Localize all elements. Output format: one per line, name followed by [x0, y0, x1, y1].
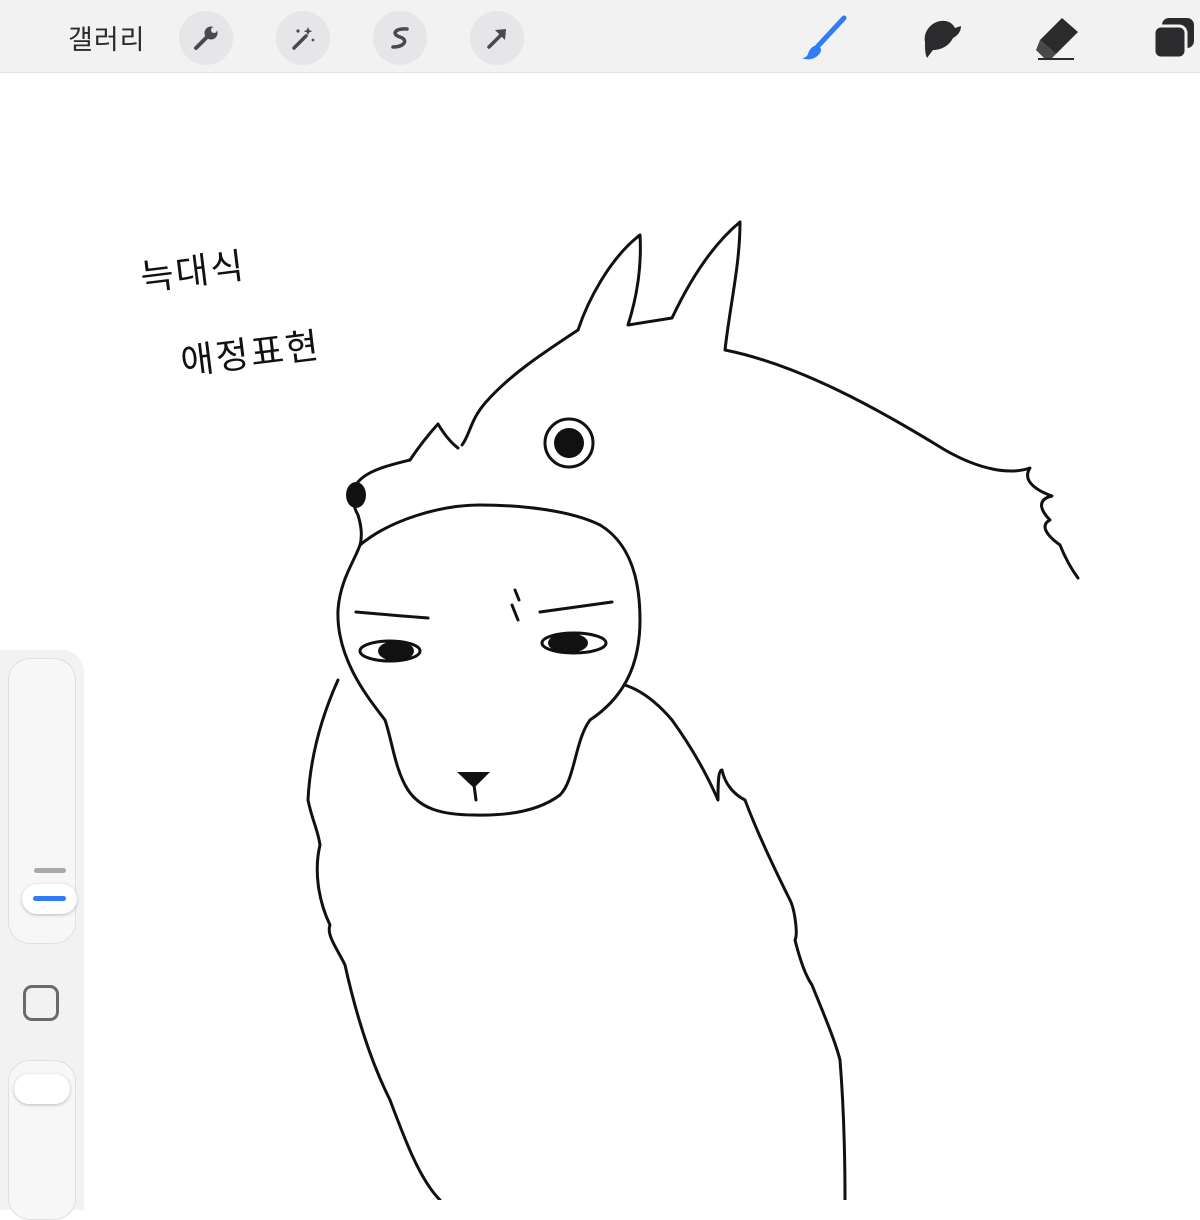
- smudge-icon: [924, 20, 961, 58]
- opacity-slider[interactable]: [8, 1060, 76, 1220]
- adjustments-button[interactable]: [276, 11, 330, 65]
- wrench-icon: [194, 26, 218, 50]
- transform-arrow-icon: [487, 29, 506, 49]
- layers-icon: [1152, 18, 1194, 60]
- modify-button[interactable]: [23, 985, 59, 1021]
- selection-button[interactable]: [373, 11, 427, 65]
- eraser-button[interactable]: [1032, 12, 1084, 64]
- brush-size-marker: [34, 868, 66, 873]
- brush-size-slider[interactable]: [8, 658, 77, 944]
- brush-button[interactable]: [798, 12, 850, 64]
- magic-wand-icon: [292, 27, 315, 50]
- eraser-icon: [1036, 18, 1078, 60]
- transform-button[interactable]: [470, 11, 524, 65]
- smudge-button[interactable]: [915, 12, 967, 64]
- layers-button[interactable]: [1148, 12, 1200, 64]
- opacity-thumb[interactable]: [14, 1074, 70, 1104]
- brush-size-thumb[interactable]: [22, 884, 77, 914]
- brush-icon: [802, 15, 847, 60]
- wrench-button[interactable]: [179, 11, 233, 65]
- gallery-button[interactable]: 갤러리: [68, 18, 146, 57]
- selection-icon: [391, 27, 409, 49]
- drawing-canvas[interactable]: 늑대식 애정표현: [0, 73, 1200, 1200]
- wolf-sketch: [306, 220, 1080, 1200]
- left-sidebar: [0, 650, 84, 1220]
- top-toolbar: 갤러리: [0, 0, 1200, 73]
